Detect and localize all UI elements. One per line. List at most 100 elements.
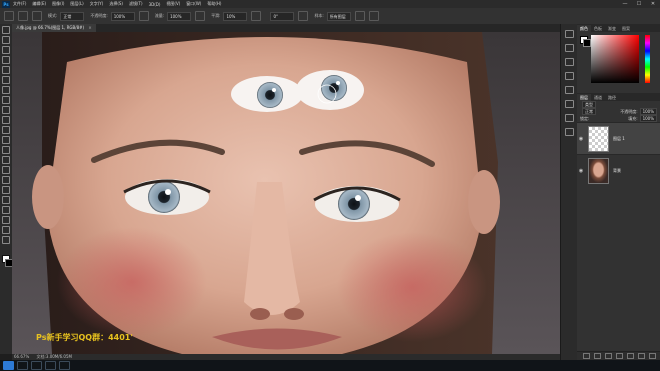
tab-gradients[interactable]: 渐变 — [605, 25, 619, 32]
smoothing-settings-icon[interactable] — [251, 11, 262, 21]
zoom-level[interactable]: 66.67% — [14, 354, 29, 359]
blend-mode-select[interactable]: 正常 — [582, 108, 596, 115]
gradient-tool-icon[interactable] — [2, 146, 10, 154]
history-brush-tool-icon[interactable] — [2, 126, 10, 134]
layer-row-1[interactable]: ◉ 图层 1 — [577, 122, 660, 154]
photoshop-taskbar-icon[interactable] — [45, 361, 56, 370]
dodge-tool-icon[interactable] — [2, 166, 10, 174]
pen-tool-icon[interactable] — [2, 176, 10, 184]
smoothing-field[interactable]: 10% — [223, 11, 248, 21]
adjustment-layer-icon[interactable] — [616, 353, 623, 359]
crop-tool-icon[interactable] — [2, 66, 10, 74]
maximize-button[interactable]: ☐ — [632, 1, 646, 7]
menu-bar: Ps 文件(F) 编辑(E) 图像(I) 图层(L) 文字(Y) 选择(S) 滤… — [0, 0, 660, 8]
visibility-eye-icon[interactable]: ◉ — [577, 136, 585, 142]
menu-item-type[interactable]: 文字(Y) — [90, 1, 104, 7]
libraries-panel-icon[interactable] — [564, 72, 574, 80]
clone-stamp-tool-preset-icon[interactable] — [4, 11, 14, 21]
brush-preset-picker-icon[interactable] — [18, 11, 28, 21]
close-window-button[interactable]: ✕ — [646, 1, 660, 7]
zoom-tool-icon[interactable] — [2, 226, 10, 234]
menu-item-select[interactable]: 选择(S) — [109, 1, 123, 7]
menu-item-help[interactable]: 帮助(H) — [207, 1, 221, 7]
quick-select-tool-icon[interactable] — [2, 56, 10, 64]
brush-tool-icon[interactable] — [2, 106, 10, 114]
layer-name[interactable]: 图层 1 — [613, 136, 625, 142]
lasso-tool-icon[interactable] — [2, 46, 10, 54]
history-panel-icon[interactable] — [564, 30, 574, 38]
shape-tool-icon[interactable] — [2, 206, 10, 214]
layer-style-icon[interactable] — [594, 353, 601, 359]
path-selection-tool-icon[interactable] — [2, 196, 10, 204]
start-button-icon[interactable] — [3, 361, 14, 370]
move-tool-icon[interactable] — [2, 26, 10, 34]
tab-patterns[interactable]: 图案 — [619, 25, 633, 32]
pressure-opacity-icon[interactable] — [138, 11, 149, 21]
more-tools-icon[interactable] — [2, 236, 10, 244]
tab-channels[interactable]: 通道 — [591, 94, 605, 101]
search-taskbar-icon[interactable] — [17, 361, 28, 370]
menu-item-layer[interactable]: 图层(L) — [70, 1, 83, 7]
tab-swatches[interactable]: 色板 — [591, 25, 605, 32]
hue-slider[interactable] — [645, 35, 650, 83]
blur-tool-icon[interactable] — [2, 156, 10, 164]
blend-opacity-row: 正常 不透明度: 100% — [577, 108, 660, 115]
mode-option: 模式: 正常 — [48, 11, 85, 21]
mode-select[interactable]: 正常 — [60, 11, 85, 21]
ignore-adjustment-layers-icon[interactable] — [354, 11, 365, 21]
smoothing-label: 平滑: — [211, 13, 221, 18]
menu-item-filter[interactable]: 滤镜(T) — [129, 1, 143, 7]
clone-source-icon[interactable] — [564, 128, 574, 136]
document-tab[interactable]: 人像.jpg @ 66.7%(图层 1, RGB/8#) × — [12, 24, 96, 32]
type-tool-icon[interactable] — [2, 186, 10, 194]
visibility-eye-icon[interactable]: ◉ — [577, 168, 585, 174]
adjustments-panel-icon[interactable] — [564, 58, 574, 66]
brush-angle-field[interactable]: 0° — [270, 11, 295, 21]
hand-tool-icon[interactable] — [2, 216, 10, 224]
menu-item-window[interactable]: 窗口(W) — [186, 1, 201, 7]
layer-opacity-field[interactable]: 100% — [639, 108, 657, 115]
color-field-picker[interactable] — [591, 35, 639, 83]
menu-item-file[interactable]: 文件(F) — [13, 1, 26, 7]
marquee-tool-icon[interactable] — [2, 36, 10, 44]
menu-item-3d[interactable]: 3D(D) — [149, 2, 161, 7]
aligned-checkbox[interactable] — [298, 11, 309, 21]
healing-brush-tool-icon[interactable] — [2, 96, 10, 104]
opacity-field[interactable]: 100% — [110, 11, 135, 21]
properties-panel-icon[interactable] — [564, 44, 574, 52]
clone-stamp-tool-icon[interactable] — [2, 116, 10, 124]
menu-item-image[interactable]: 图像(I) — [52, 1, 64, 7]
airbrush-icon[interactable] — [195, 11, 206, 21]
tab-color[interactable]: 颜色 — [577, 25, 591, 32]
tab-paths[interactable]: 路径 — [605, 94, 619, 101]
eyedropper-tool-icon[interactable] — [2, 86, 10, 94]
layer-name[interactable]: 背景 — [613, 168, 621, 174]
character-panel-icon[interactable] — [564, 100, 574, 108]
paragraph-panel-icon[interactable] — [564, 86, 574, 94]
eraser-tool-icon[interactable] — [2, 136, 10, 144]
layer-row-background[interactable]: ◉ 背景 — [577, 154, 660, 186]
brush-settings-icon[interactable] — [564, 114, 574, 122]
toggle-brush-panel-icon[interactable] — [32, 11, 42, 21]
task-view-icon[interactable] — [31, 361, 42, 370]
close-document-icon[interactable]: × — [88, 25, 91, 30]
menu-item-view[interactable]: 视图(V) — [166, 1, 180, 7]
pressure-size-icon[interactable] — [368, 11, 379, 21]
new-layer-icon[interactable] — [638, 353, 645, 359]
fill-field[interactable]: 100% — [639, 115, 657, 122]
menu-item-edit[interactable]: 编辑(E) — [32, 1, 46, 7]
minimize-button[interactable]: — — [618, 1, 632, 7]
color-panel-background-swatch[interactable] — [583, 39, 591, 47]
document-canvas[interactable]: Ps新手学习QQ群：4401' — [12, 32, 560, 354]
add-mask-icon[interactable] — [605, 353, 612, 359]
photoshop-logo-icon: Ps — [2, 0, 10, 8]
link-layers-icon[interactable] — [583, 353, 590, 359]
browser-taskbar-icon[interactable] — [59, 361, 70, 370]
sample-select[interactable]: 所有图层 — [326, 11, 351, 21]
tab-layers[interactable]: 图层 — [577, 94, 591, 101]
frame-tool-icon[interactable] — [2, 76, 10, 84]
layer-filter-select[interactable]: 类型 — [582, 101, 596, 108]
flow-field[interactable]: 100% — [167, 11, 192, 21]
delete-layer-icon[interactable] — [649, 353, 656, 359]
new-group-icon[interactable] — [627, 353, 634, 359]
